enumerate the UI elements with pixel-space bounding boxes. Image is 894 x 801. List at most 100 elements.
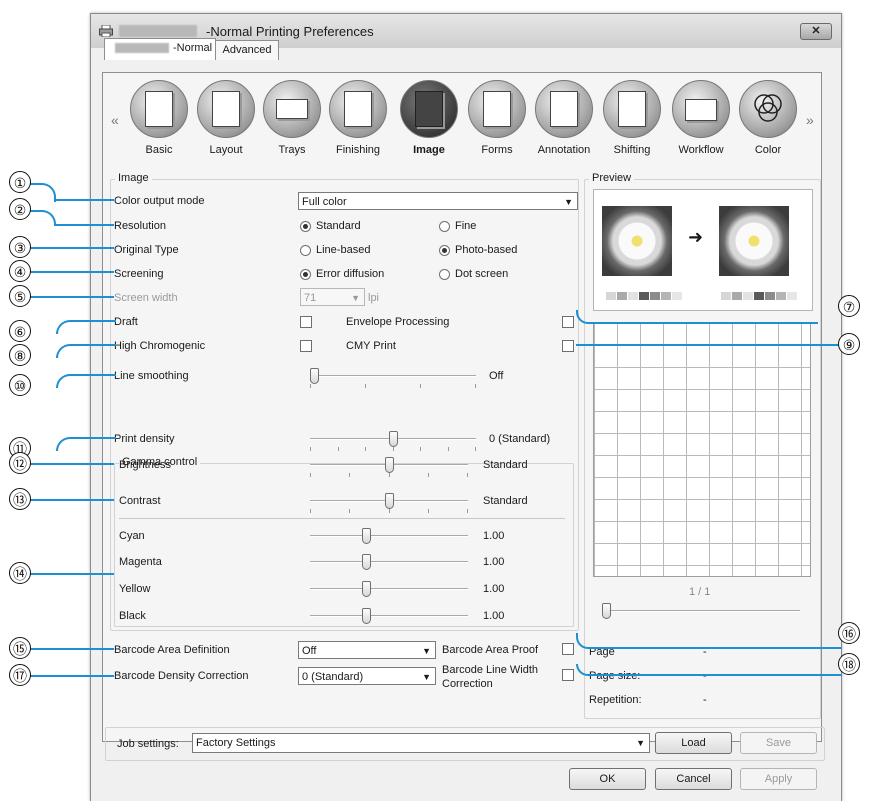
- yellow-slider[interactable]: [310, 581, 468, 601]
- slider-tick: [338, 447, 339, 451]
- job-settings-label: Job settings:: [117, 738, 179, 750]
- slider-track[interactable]: [310, 615, 468, 617]
- tab-advanced[interactable]: Advanced: [215, 40, 279, 60]
- callout-5: ⑤: [9, 285, 31, 307]
- screening-error-diffusion-radio[interactable]: [300, 269, 311, 280]
- callout-leader: [30, 210, 56, 226]
- barcode-area-definition-select[interactable]: Off ▼: [298, 641, 436, 659]
- barcode-area-proof-label: Barcode Area Proof: [442, 644, 539, 656]
- apply-button[interactable]: Apply: [740, 768, 817, 790]
- slider-tick: [349, 509, 350, 513]
- close-button[interactable]: ✕: [800, 23, 832, 40]
- brightness-value: Standard: [483, 459, 528, 471]
- cancel-button[interactable]: Cancel: [655, 768, 732, 790]
- magenta-slider[interactable]: [310, 554, 468, 574]
- slider-track[interactable]: [310, 588, 468, 590]
- print-density-slider[interactable]: [310, 431, 476, 451]
- category-image[interactable]: Image: [398, 80, 460, 156]
- black-slider[interactable]: [310, 608, 468, 628]
- slider-thumb[interactable]: [310, 368, 319, 384]
- color-output-mode-select[interactable]: Full color ▼: [298, 192, 578, 210]
- category-annotation[interactable]: Annotation: [533, 80, 595, 156]
- slider-thumb[interactable]: [362, 581, 371, 597]
- slider-track[interactable]: [602, 610, 800, 612]
- black-label: Black: [119, 610, 146, 622]
- slider-thumb[interactable]: [389, 431, 398, 447]
- black-value: 1.00: [483, 610, 505, 622]
- tab-normal[interactable]: -Normal: [104, 38, 216, 60]
- scroll-left-icon[interactable]: «: [111, 112, 119, 128]
- save-button[interactable]: Save: [740, 732, 817, 754]
- callout-17: ⑰: [9, 664, 31, 686]
- job-settings-select[interactable]: Factory Settings ▼: [192, 733, 650, 753]
- slider-thumb[interactable]: [385, 457, 394, 473]
- callout-leader: [30, 463, 114, 465]
- slider-thumb[interactable]: [362, 554, 371, 570]
- print-density-label: Print density: [114, 433, 175, 445]
- color-swatch: [672, 292, 682, 300]
- arrow-right-icon: ➜: [688, 227, 704, 247]
- envelope-processing-checkbox[interactable]: [562, 316, 574, 328]
- slider-thumb[interactable]: [385, 493, 394, 509]
- resolution-fine-radio[interactable]: [439, 221, 450, 232]
- category-finishing[interactable]: Finishing: [327, 80, 389, 156]
- slider-tick: [475, 447, 476, 451]
- callout-leader: [30, 183, 56, 202]
- slider-tick: [310, 384, 311, 388]
- category-workflow[interactable]: Workflow: [670, 80, 732, 156]
- cyan-slider[interactable]: [310, 528, 468, 548]
- slider-track[interactable]: [310, 375, 476, 377]
- original-type-photo-radio[interactable]: [439, 245, 450, 256]
- slider-tick: [467, 473, 468, 477]
- category-label: Layout: [209, 144, 243, 156]
- color-swatch: [639, 292, 649, 300]
- color-swatch: [617, 292, 627, 300]
- original-type-line-radio[interactable]: [300, 245, 311, 256]
- draft-checkbox[interactable]: [300, 316, 312, 328]
- slider-thumb[interactable]: [362, 528, 371, 544]
- preview-swatches-result: [721, 292, 798, 300]
- contrast-slider[interactable]: [310, 493, 468, 513]
- callout-14: ⑭: [9, 562, 31, 584]
- barcode-density-correction-value: 0 (Standard): [302, 671, 364, 683]
- preview-page-grid: [593, 322, 811, 577]
- ok-button[interactable]: OK: [569, 768, 646, 790]
- category-color[interactable]: Color: [737, 80, 799, 156]
- category-shifting[interactable]: Shifting: [601, 80, 663, 156]
- slider-track[interactable]: [310, 535, 468, 537]
- brightness-slider[interactable]: [310, 457, 468, 477]
- category-trays[interactable]: Trays: [261, 80, 323, 156]
- category-basic[interactable]: Basic: [128, 80, 190, 156]
- category-label: Basic: [145, 144, 173, 156]
- preview-result-image: [719, 206, 789, 276]
- screen-width-select[interactable]: 71 ▼: [300, 288, 365, 306]
- screening-dot-screen-radio[interactable]: [439, 269, 450, 280]
- color-output-mode-value: Full color: [302, 196, 347, 208]
- line-smoothing-slider[interactable]: [310, 368, 476, 388]
- magenta-label: Magenta: [119, 556, 162, 568]
- color-swatch: [765, 292, 775, 300]
- barcode-area-proof-checkbox[interactable]: [562, 643, 574, 655]
- resolution-standard-radio[interactable]: [300, 221, 311, 232]
- callout-leader: [30, 648, 114, 650]
- preview-page-slider[interactable]: [602, 603, 800, 623]
- category-label: Finishing: [335, 144, 381, 156]
- high-chromogenic-checkbox[interactable]: [300, 340, 312, 352]
- callout-3: ③: [9, 236, 31, 258]
- barcode-density-correction-select[interactable]: 0 (Standard) ▼: [298, 667, 436, 685]
- resolution-fine-label: Fine: [455, 220, 477, 232]
- callout-leader: [30, 247, 114, 249]
- scroll-right-icon[interactable]: »: [806, 112, 814, 128]
- barcode-line-width-correction-checkbox[interactable]: [562, 669, 574, 681]
- slider-thumb[interactable]: [602, 603, 611, 619]
- screening-error-diffusion-label: Error diffusion: [316, 268, 385, 280]
- preview-swatches-original: [606, 292, 683, 300]
- color-swatch: [776, 292, 786, 300]
- slider-thumb[interactable]: [362, 608, 371, 624]
- cmy-print-checkbox[interactable]: [562, 340, 574, 352]
- load-button[interactable]: Load: [655, 732, 732, 754]
- category-layout[interactable]: Layout: [195, 80, 257, 156]
- slider-track[interactable]: [310, 561, 468, 563]
- image-group-legend: Image: [115, 172, 152, 184]
- category-forms[interactable]: Forms: [466, 80, 528, 156]
